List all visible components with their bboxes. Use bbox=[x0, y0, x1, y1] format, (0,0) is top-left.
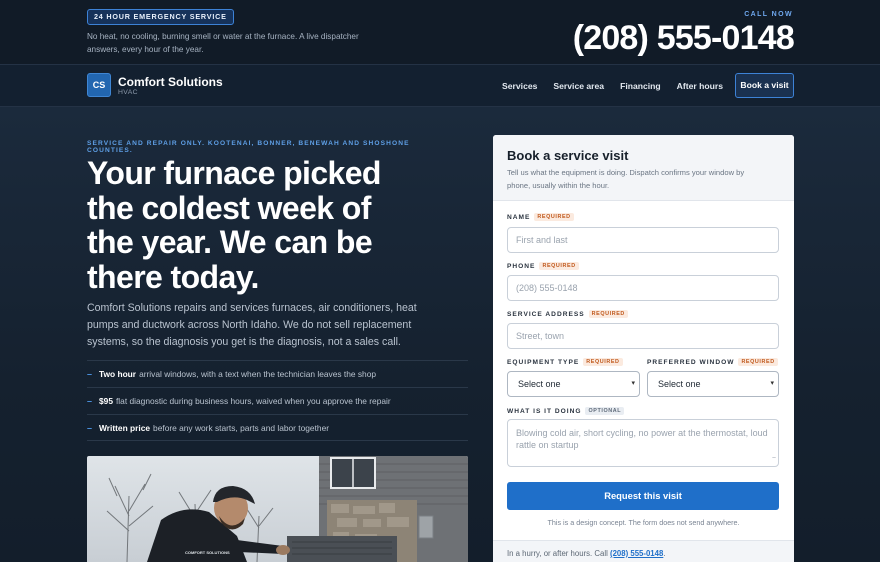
symptom-placeholder: Blowing cold air, short cycling, no powe… bbox=[516, 428, 768, 450]
form-title: Book a service visit bbox=[507, 148, 629, 163]
feature-item: – Written price before any work starts, p… bbox=[87, 414, 468, 441]
optional-tag: OPTIONAL bbox=[585, 407, 625, 415]
jacket-logo-text: COMFORT SOLUTIONS bbox=[185, 550, 230, 555]
window-select[interactable]: Select one ▾ bbox=[647, 371, 779, 397]
name-input[interactable]: First and last bbox=[507, 227, 779, 253]
window-label-text: PREFERRED WINDOW bbox=[647, 359, 735, 366]
feature-text: before any work starts, parts and labor … bbox=[153, 422, 330, 433]
dash-icon: – bbox=[87, 369, 93, 379]
nav-link-after-hours[interactable]: After hours bbox=[677, 81, 723, 91]
required-tag: REQUIRED bbox=[539, 262, 579, 270]
phone-input[interactable]: (208) 555-0148 bbox=[507, 275, 779, 301]
feature-bold: Written price bbox=[99, 422, 151, 433]
address-input[interactable]: Street, town bbox=[507, 323, 779, 349]
equipment-select[interactable]: Select one ▾ bbox=[507, 371, 640, 397]
brand-subtitle: HVAC bbox=[118, 89, 138, 96]
address-label: SERVICE ADDRESS REQUIRED bbox=[507, 310, 628, 318]
phone-label-text: PHONE bbox=[507, 263, 536, 270]
phone-label: PHONE REQUIRED bbox=[507, 262, 579, 270]
emergency-badge: 24 HOUR EMERGENCY SERVICE bbox=[87, 9, 234, 25]
dash-icon: – bbox=[87, 422, 93, 433]
hero-lede: Comfort Solutions repairs and services f… bbox=[87, 302, 417, 348]
feature-bold: Two hour bbox=[99, 369, 137, 379]
booking-form-card: Book a service visit Tell us what the eq… bbox=[493, 135, 794, 562]
chevron-down-icon: ▾ bbox=[770, 380, 774, 387]
required-tag: REQUIRED bbox=[534, 213, 574, 221]
nav-link-services[interactable]: Services bbox=[502, 81, 537, 91]
feature-text: flat diagnostic during business hours, w… bbox=[115, 396, 391, 406]
doing-label-text: WHAT IS IT DOING bbox=[507, 408, 582, 415]
required-tag: REQUIRED bbox=[583, 358, 623, 366]
name-label-text: NAME bbox=[507, 214, 531, 221]
equipment-label-text: EQUIPMENT TYPE bbox=[507, 359, 580, 366]
name-label: NAME REQUIRED bbox=[507, 213, 574, 221]
window-label: PREFERRED WINDOW REQUIRED bbox=[647, 358, 778, 366]
emergency-phone-link[interactable]: (208) 555-0148 bbox=[573, 20, 795, 56]
technician-photo: COMFORT SOLUTIONS bbox=[87, 456, 468, 562]
footer-phone-link[interactable]: (208) 555-0148 bbox=[610, 549, 663, 558]
feature-bold: $95 bbox=[99, 396, 113, 406]
equipment-select-value: Select one bbox=[518, 379, 561, 389]
nav-links: Services Service area Financing After ho… bbox=[502, 81, 723, 91]
logo-icon[interactable]: CS bbox=[87, 73, 111, 97]
footer-text: In a hurry, or after hours. Call bbox=[507, 549, 608, 558]
hero-eyebrow: SERVICE AND REPAIR ONLY. KOOTENAI, BONNE… bbox=[87, 140, 410, 154]
book-visit-button[interactable]: Book a visit bbox=[735, 73, 794, 98]
address-label-text: SERVICE ADDRESS bbox=[507, 311, 585, 318]
request-visit-button[interactable]: Request this visit bbox=[507, 482, 779, 510]
form-header: Book a service visit Tell us what the eq… bbox=[493, 135, 794, 201]
brand-name[interactable]: Comfort Solutions bbox=[118, 75, 223, 89]
hero-headline: Your furnace picked the coldest week of … bbox=[87, 155, 381, 295]
feature-text: arrival windows, with a text when the te… bbox=[139, 369, 377, 379]
equipment-label: EQUIPMENT TYPE REQUIRED bbox=[507, 358, 623, 366]
main-nav: CS Comfort Solutions HVAC Services Servi… bbox=[0, 65, 880, 107]
footer-period: . bbox=[663, 549, 666, 558]
dash-icon: – bbox=[87, 396, 93, 406]
nav-link-financing[interactable]: Financing bbox=[620, 81, 661, 91]
form-description: Tell us what the equipment is doing. Dis… bbox=[507, 168, 745, 190]
form-note: This is a design concept. The form does … bbox=[547, 518, 740, 527]
chevron-down-icon: ▾ bbox=[631, 380, 635, 387]
feature-list: – Two hour arrival windows, with a text w… bbox=[87, 360, 468, 441]
feature-item: – Two hour arrival windows, with a text w… bbox=[87, 360, 468, 387]
nav-link-service-area[interactable]: Service area bbox=[553, 81, 604, 91]
form-footer: In a hurry, or after hours. Call (208) 5… bbox=[493, 540, 794, 562]
technician-photo-illustration: COMFORT SOLUTIONS bbox=[87, 456, 468, 562]
window-select-value: Select one bbox=[658, 379, 701, 389]
feature-item: – $95 flat diagnostic during business hou… bbox=[87, 387, 468, 414]
required-tag: REQUIRED bbox=[588, 310, 628, 318]
symptom-textarea[interactable]: Blowing cold air, short cycling, no powe… bbox=[507, 419, 779, 467]
resize-handle-icon[interactable]: − bbox=[772, 453, 776, 465]
required-tag: REQUIRED bbox=[738, 358, 778, 366]
emergency-bar: 24 HOUR EMERGENCY SERVICE No heat, no co… bbox=[0, 0, 880, 65]
call-now-label: CALL NOW bbox=[744, 11, 793, 18]
doing-label: WHAT IS IT DOING OPTIONAL bbox=[507, 407, 625, 415]
emergency-description: No heat, no cooling, burning smell or wa… bbox=[87, 32, 359, 54]
